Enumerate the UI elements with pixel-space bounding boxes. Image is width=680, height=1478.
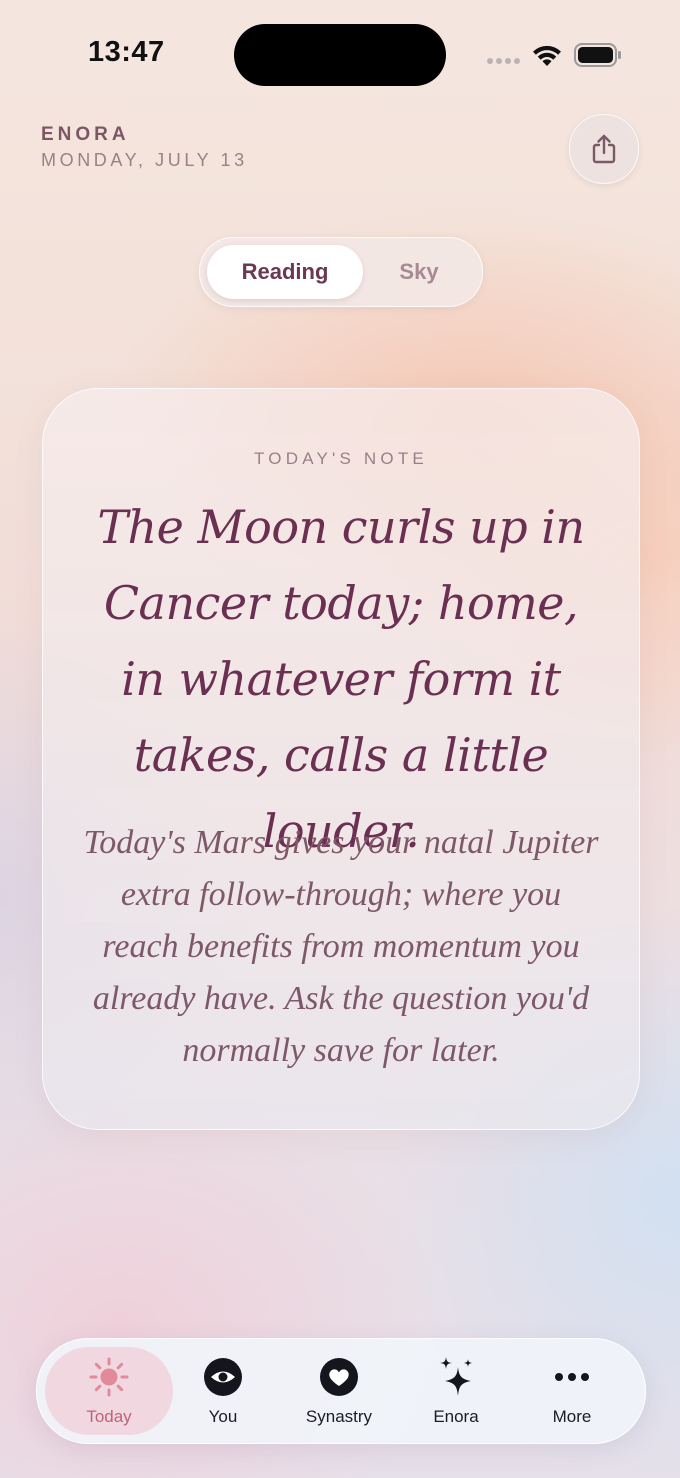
note-label: TODAY'S NOTE: [254, 449, 428, 468]
eye-icon: [201, 1355, 245, 1399]
brand-title: ENORA: [41, 124, 130, 145]
tab-label: Synastry: [305, 1407, 373, 1426]
note-body: Today's Mars gives your natal Jupiter ex…: [83, 824, 599, 1069]
cellular-signal-icon: [487, 58, 520, 64]
share-icon: [592, 134, 616, 164]
note-headline: The Moon curls up in Cancer today; home,…: [97, 500, 585, 858]
tab-label: Enora: [433, 1407, 479, 1426]
view-segmented-control: Reading Sky: [199, 237, 483, 307]
tab-synastry[interactable]: Synastry: [281, 1347, 397, 1435]
wifi-icon: [533, 45, 561, 66]
tab-bar: Today You Synastry Enora More: [36, 1338, 646, 1444]
battery-icon: [574, 43, 621, 67]
dynamic-island: [234, 24, 446, 86]
tab-label: You: [208, 1407, 238, 1426]
tab-more[interactable]: More: [514, 1347, 630, 1435]
tab-label: More: [552, 1407, 592, 1426]
sun-icon: [87, 1355, 131, 1399]
tab-today[interactable]: Today: [45, 1347, 173, 1435]
share-button[interactable]: [569, 114, 639, 184]
heart-icon: [317, 1355, 361, 1399]
ellipsis-icon: [550, 1355, 594, 1399]
tab-enora[interactable]: Enora: [398, 1347, 514, 1435]
tab-label: Today: [86, 1407, 132, 1426]
tab-you[interactable]: You: [165, 1347, 281, 1435]
segment-sky[interactable]: Sky: [363, 245, 475, 299]
current-date: MONDAY, JULY 13: [41, 150, 248, 170]
sparkles-icon: [434, 1355, 478, 1399]
todays-note-card: TODAY'S NOTE The Moon curls up in Cancer…: [42, 388, 640, 1130]
segment-reading[interactable]: Reading: [207, 245, 363, 299]
status-time: 13:47: [88, 36, 165, 68]
